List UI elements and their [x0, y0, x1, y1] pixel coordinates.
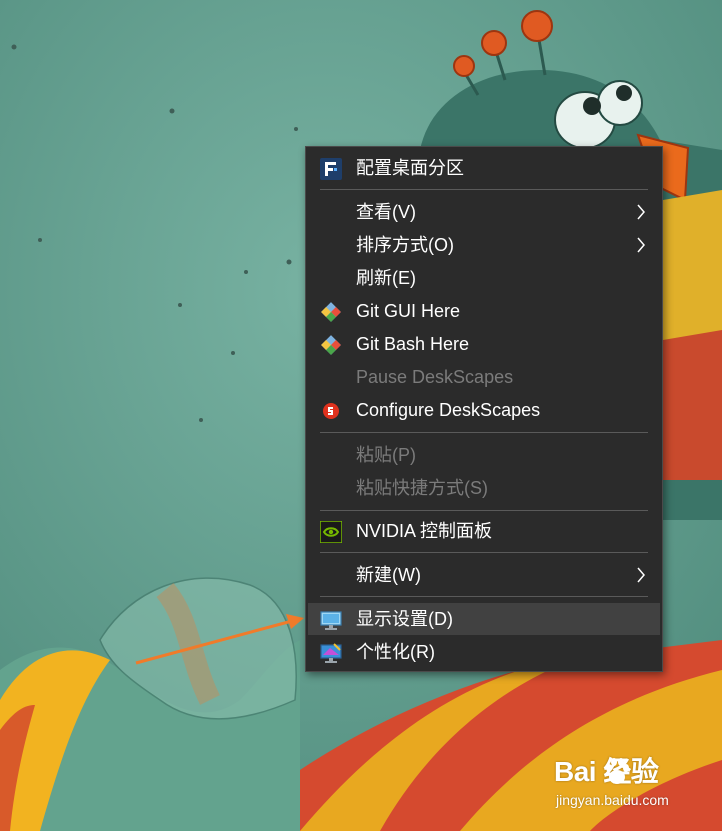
menu-item-label: 刷新(E) — [356, 268, 416, 288]
chevron-right-icon — [637, 237, 645, 253]
menu-item-personalize[interactable]: 个性化(R) — [308, 636, 660, 668]
menu-item-label: 个性化(R) — [356, 642, 435, 662]
menu-item-configure-deskscapes[interactable]: Configure DeskScapes — [308, 394, 660, 426]
watermark-subtitle: jingyan.baidu.com — [556, 792, 669, 808]
menu-item-label: Git GUI Here — [356, 301, 461, 321]
menu-item-label: Git Bash Here — [356, 334, 470, 354]
desktop-context-menu: 配置桌面分区 查看(V) 排序方式(O) 刷新(E) Git GUI Here — [305, 146, 663, 672]
menu-separator — [320, 552, 648, 553]
menu-item-label: Pause DeskScapes — [356, 367, 514, 387]
menu-item-paste: 粘贴(P) — [308, 439, 660, 471]
baidu-paw-icon — [602, 756, 632, 791]
deskscapes-icon — [320, 400, 342, 422]
git-icon — [320, 301, 342, 323]
menu-item-paste-shortcut: 粘贴快捷方式(S) — [308, 472, 660, 504]
menu-item-label: 粘贴快捷方式(S) — [356, 478, 488, 498]
git-icon — [320, 334, 342, 356]
menu-item-label: 排序方式(O) — [356, 235, 454, 255]
menu-item-label: 粘贴(P) — [356, 445, 416, 465]
menu-item-pause-deskscapes: Pause DeskScapes — [308, 361, 660, 393]
menu-item-nvidia-control-panel[interactable]: NVIDIA 控制面板 — [308, 515, 660, 547]
menu-item-label: NVIDIA 控制面板 — [356, 521, 493, 541]
menu-item-label: 显示设置(D) — [356, 609, 453, 629]
personalize-icon — [320, 642, 342, 664]
menu-item-refresh[interactable]: 刷新(E) — [308, 262, 660, 294]
menu-separator — [320, 596, 648, 597]
menu-item-display-settings[interactable]: 显示设置(D) — [308, 603, 660, 635]
menu-item-label: 配置桌面分区 — [356, 158, 464, 178]
menu-item-new[interactable]: 新建(W) — [308, 559, 660, 591]
chevron-right-icon — [637, 204, 645, 220]
menu-item-git-gui[interactable]: Git GUI Here — [308, 295, 660, 327]
menu-item-git-bash[interactable]: Git Bash Here — [308, 328, 660, 360]
menu-item-view[interactable]: 查看(V) — [308, 196, 660, 228]
display-settings-icon — [320, 609, 342, 631]
menu-separator — [320, 432, 648, 433]
chevron-right-icon — [637, 567, 645, 583]
menu-item-label: Configure DeskScapes — [356, 400, 541, 420]
menu-item-label: 查看(V) — [356, 202, 416, 222]
menu-item-sort-by[interactable]: 排序方式(O) — [308, 229, 660, 261]
baidu-jingyan-watermark: Bai 经验 jingyan.baidu.com — [554, 752, 722, 816]
fences-icon — [320, 158, 342, 180]
nvidia-icon — [320, 521, 342, 543]
menu-item-fences[interactable]: 配置桌面分区 — [308, 152, 660, 184]
menu-item-label: 新建(W) — [356, 565, 421, 585]
menu-separator — [320, 510, 648, 511]
menu-separator — [320, 189, 648, 190]
